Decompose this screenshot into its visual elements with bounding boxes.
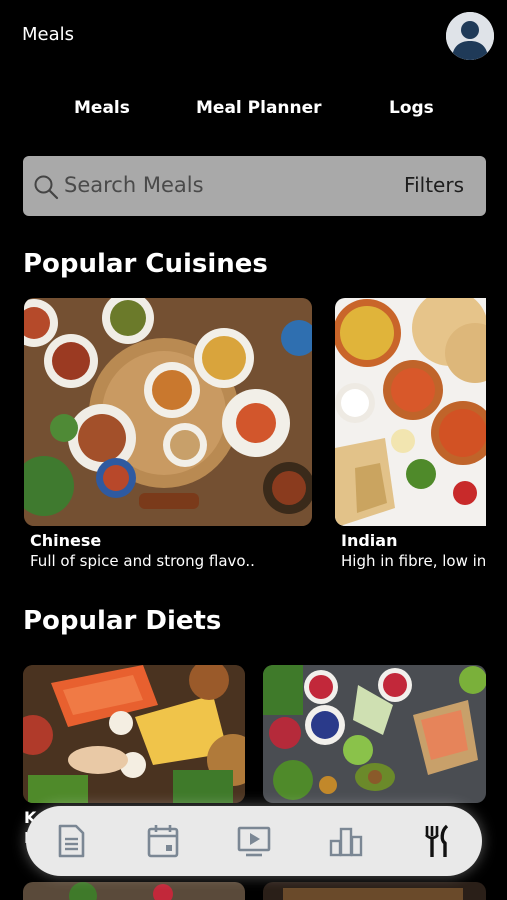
cuisine-name: Indian (341, 531, 398, 550)
cuisine-card-indian[interactable]: Indian High in fibre, low in (335, 298, 486, 578)
nav-planner[interactable] (145, 823, 181, 859)
cuisine-name: Chinese (30, 531, 102, 550)
popular-diets-title: Popular Diets (23, 606, 222, 636)
nav-videos[interactable] (236, 823, 272, 859)
notes-icon (58, 824, 85, 858)
nav-meals[interactable] (419, 823, 455, 859)
nav-notes[interactable] (53, 823, 89, 859)
diet-card-peek (263, 882, 486, 900)
fork-knife-icon (425, 824, 449, 857)
stats-icon (329, 827, 363, 857)
diet-card-peek (23, 882, 245, 900)
calendar-icon (147, 825, 179, 858)
diet-image-peek (23, 882, 245, 900)
cuisine-description: Full of spice and strong flavo.. (30, 552, 255, 570)
bottom-nav (26, 806, 482, 876)
cuisine-image-chinese (24, 298, 312, 526)
diet-image-peek (263, 882, 486, 900)
cuisine-description: High in fibre, low in (341, 552, 486, 570)
diet-image-keto (23, 665, 245, 803)
cuisine-card-chinese[interactable]: Chinese Full of spice and strong flavo.. (24, 298, 312, 578)
nav-stats[interactable] (328, 823, 364, 859)
diet-image-2 (263, 665, 486, 803)
video-icon (237, 826, 271, 857)
cuisine-image-indian (335, 298, 486, 526)
